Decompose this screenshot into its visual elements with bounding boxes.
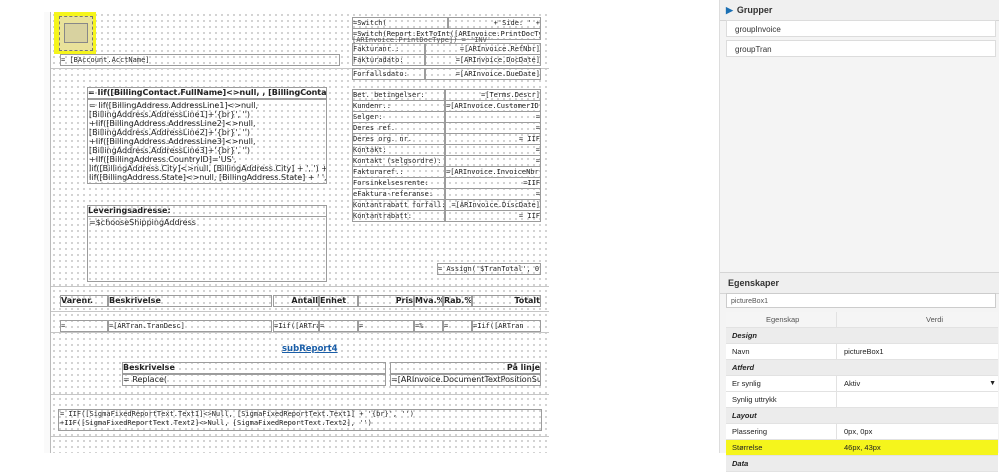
category-behavior[interactable]: Atferd [726,360,998,376]
info-label[interactable]: Forfallsdato: [352,68,425,80]
address-line: +Iif([BillingAddress.AddressLine3]<>null… [89,137,256,146]
prop-value[interactable]: 0px, 0px [844,424,872,439]
detail-cell[interactable]: = [443,320,472,332]
footer-text-field[interactable]: = IIF([SigmaFixedReportText.Text1]<>Null… [58,409,542,431]
address-line: [BillingAddress.AddressLine2]+'{br}', ''… [89,128,251,137]
address-line: [BillingAddress.AddressLine3]+'{br}', ''… [89,146,251,155]
band-separator [51,436,549,437]
category-layout[interactable]: Layout [726,408,998,424]
collapse-icon[interactable]: ▶ [726,5,733,15]
band-separator [51,394,549,395]
detail-cell[interactable]: = [319,320,358,332]
picture-box[interactable] [59,16,93,51]
address-line: Iif([BillingAddress.City]<>null, [Billin… [89,164,327,173]
detail-cell[interactable]: =% [414,320,443,332]
address-line: Iif([BillingAddress.State]<>null, [Billi… [89,173,327,182]
detail-cell[interactable]: =[ARTran.TranDesc] [108,320,272,332]
category-design[interactable]: Design [726,328,998,344]
sub-replace-field[interactable]: = Replace( [122,374,386,386]
prop-value[interactable]: pictureBox1 [844,344,884,359]
address-line: = Iif([BillingAddress.AddressLine1]<>nul… [89,101,259,110]
info-value[interactable]: =[ARInvoice.DocDate] [425,54,541,66]
groups-header[interactable]: ▶ Grupper [720,0,999,21]
report-page[interactable]: = [BAccount.AcctName] = Iif([BillingCont… [50,12,549,453]
category-data[interactable]: Data [726,456,998,472]
report-designer-canvas[interactable]: = [BAccount.AcctName] = Iif([BillingCont… [0,0,707,453]
column-header[interactable]: Beskrivelse [108,295,272,307]
band-separator [51,332,549,333]
column-header[interactable]: Mva.% [414,295,443,307]
prop-label: Navn [732,347,750,356]
grid-header-row: Egenskap Verdi [726,312,998,328]
object-selector[interactable]: pictureBox1 [726,293,996,308]
column-header[interactable]: Rab.% [443,295,472,307]
column-header[interactable]: Antall [273,295,319,307]
detail-cell[interactable]: = [358,320,414,332]
group-item-invoice[interactable]: groupInvoice [726,20,996,37]
properties-title: Egenskaper [728,278,780,288]
prop-label: Er synlig [732,379,761,388]
billing-address-field[interactable]: = Iif([BillingAddress.AddressLine1]<>nul… [87,99,327,184]
prop-value[interactable]: Aktiv [844,376,860,391]
delivery-value: =$chooseShippingAddress [89,218,196,227]
address-line: [BillingAddress.AddressLine1]+'{br}', ''… [89,110,251,119]
band-separator [51,311,549,312]
assign-field[interactable]: = Assign('$TranTotal', 0) [437,263,541,275]
address-line: +IIf([BillingAddress.CountryID]='US', [89,155,237,164]
properties-panel: ▶ Grupper groupInvoice groupTran Egenskap… [719,0,999,472]
footer-line: = IIF([SigmaFixedReportText.Text1]<>Null… [60,410,415,418]
prop-row-size[interactable]: Størrelse 46px, 43px [726,440,998,456]
col-value: Verdi [926,315,944,324]
address-line: +Iif([BillingAddress.AddressLine2]<>null… [89,119,256,128]
footer-line: +IIF([SigmaFixedReportText.Text2]<>Null,… [60,419,372,427]
terms-value[interactable]: = IIF [445,210,541,222]
band-separator [51,286,549,287]
column-header[interactable]: Varenr. [60,295,108,307]
property-grid: Egenskap Verdi Design Navn pictureBox1 Atf… [726,312,998,472]
info-label[interactable]: Fakturadato: [352,54,425,66]
column-header[interactable]: Pris [358,295,414,307]
groups-title: Grupper [736,5,773,15]
prop-row-visible[interactable]: Er synlig Aktiv ▼ [726,376,998,392]
image-placeholder-icon [64,23,88,43]
sub-line-header[interactable]: På linje [390,362,541,374]
prop-label: Plassering [732,427,768,436]
sub-desc-header[interactable]: Beskrivelse [122,362,386,374]
cat-label: Data [732,459,749,468]
prop-row-position[interactable]: Plassering 0px, 0px [726,424,998,440]
properties-header: Egenskaper [720,272,999,294]
prop-row-name[interactable]: Navn pictureBox1 [726,344,998,360]
detail-cell[interactable]: =Iif([ARTran [273,320,319,332]
detail-cell[interactable]: = [60,320,108,332]
subreport-link[interactable]: subReport4 [282,344,338,355]
prop-row-visible-expr[interactable]: Synlig uttrykk [726,392,998,408]
cat-label: Layout [732,411,757,420]
billing-name-field[interactable]: = Iif([BillingContact.FullName]<>null, ,… [87,87,327,99]
column-header[interactable]: Enhet [319,295,358,307]
info-value[interactable]: =[ARInvoice.DueDate] [425,68,541,80]
dropdown-arrow-icon[interactable]: ▼ [989,376,996,391]
prop-label: Synlig uttrykk [732,395,777,404]
terms-label[interactable]: Kontantrabatt: [352,210,445,222]
group-item-tran[interactable]: groupTran [726,40,996,57]
account-name-field[interactable]: = [BAccount.AcctName] [60,54,340,66]
delivery-address-field[interactable]: =$chooseShippingAddress [87,216,327,282]
sub-position-field[interactable]: =[ARInvoice.DocumentTextPositionSummary] [390,374,541,386]
column-header[interactable]: Totalt [472,295,541,307]
cat-label: Design [732,331,758,340]
col-prop: Egenskap [766,315,800,324]
cat-label: Atferd [732,363,755,372]
detail-cell[interactable]: =Iif([ARTran [472,320,541,332]
